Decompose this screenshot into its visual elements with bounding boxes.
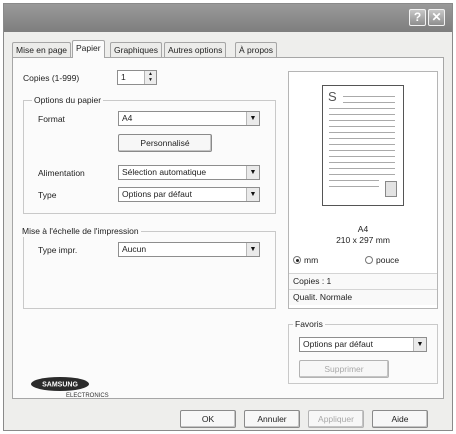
type-select[interactable]: Options par défaut ▼ <box>118 187 260 202</box>
text-line <box>343 102 395 103</box>
text-line <box>329 156 395 157</box>
text-line <box>329 126 395 127</box>
favorites-value: Options par défaut <box>303 339 373 349</box>
printer-preferences-dialog: ? ✕ Mise en page Papier Graphiques Autre… <box>3 3 453 431</box>
type-value: Options par défaut <box>122 189 192 199</box>
text-line <box>329 108 395 109</box>
scaling-type-value: Aucun <box>122 244 147 254</box>
apply-button[interactable]: Appliquer <box>308 410 364 428</box>
delete-favorite-button[interactable]: Supprimer <box>299 360 389 378</box>
help-icon[interactable]: ? <box>409 9 426 26</box>
paper-options-group: Options du papier Format A4 ▼ Personnali… <box>23 95 276 214</box>
source-value: Sélection automatique <box>122 167 207 177</box>
paper-options-title: Options du papier <box>32 95 104 106</box>
scaling-title: Mise à l'échelle de l'impression <box>20 226 141 237</box>
help-button[interactable]: Aide <box>372 410 428 428</box>
text-line <box>329 180 379 181</box>
text-line <box>329 132 395 133</box>
scaling-type-select[interactable]: Aucun ▼ <box>118 242 260 257</box>
chevron-down-icon[interactable]: ▼ <box>246 166 259 179</box>
tab-mise-en-page[interactable]: Mise en page <box>12 42 72 57</box>
close-icon[interactable]: ✕ <box>428 9 445 26</box>
text-line <box>329 186 379 187</box>
format-value: A4 <box>122 113 133 123</box>
quality-summary: Qualit. Normale <box>289 289 437 305</box>
page-letter: S <box>328 89 337 104</box>
paper-preview: S A4 210 x 297 mm mm pouce Copies: 1 Qu… <box>288 71 438 309</box>
copies-summary: Copies : 1 <box>289 273 437 289</box>
radio-icon[interactable] <box>365 256 373 264</box>
favorites-group: Favoris Options par défaut ▼ Supprimer <box>288 319 438 384</box>
text-line <box>329 144 395 145</box>
image-icon <box>385 181 397 197</box>
chevron-down-icon[interactable]: ▼ <box>413 338 426 351</box>
format-select[interactable]: A4 ▼ <box>118 111 260 126</box>
copies-spin-buttons[interactable]: ▲ ▼ <box>144 71 156 84</box>
tab-a-propos[interactable]: À propos <box>235 42 278 57</box>
favorites-select[interactable]: Options par défaut ▼ <box>299 337 427 352</box>
spin-down-icon[interactable]: ▼ <box>145 77 156 83</box>
samsung-logo: SAMSUNG ELECTRONICS <box>31 377 109 399</box>
paper-size-name: A4 <box>357 224 369 234</box>
cancel-button[interactable]: Annuler <box>244 410 300 428</box>
tab-autres-options[interactable]: Autres options <box>164 42 227 57</box>
text-line <box>329 114 395 115</box>
type-label: Type <box>38 190 57 200</box>
radio-selected-icon[interactable] <box>293 256 301 264</box>
text-line <box>329 150 395 151</box>
title-bar: ? ✕ <box>4 4 452 32</box>
favorites-title: Favoris <box>293 319 325 330</box>
copies-spinbox[interactable]: 1 ▲ ▼ <box>117 70 157 85</box>
chevron-down-icon[interactable]: ▼ <box>246 188 259 201</box>
papier-panel: Copies (1-999) 1 ▲ ▼ Options du papier F… <box>12 57 444 399</box>
copies-value: 1 <box>121 72 126 82</box>
format-label: Format <box>38 114 65 124</box>
samsung-logo-text: SAMSUNG <box>42 382 78 389</box>
chevron-down-icon[interactable]: ▼ <box>246 243 259 256</box>
chevron-down-icon[interactable]: ▼ <box>246 112 259 125</box>
unit-inch-label: pouce <box>376 255 400 265</box>
tab-papier[interactable]: Papier <box>72 40 105 58</box>
source-select[interactable]: Sélection automatique ▼ <box>118 165 260 180</box>
tab-graphiques[interactable]: Graphiques <box>110 42 162 57</box>
custom-size-button[interactable]: Personnalisé <box>118 134 212 152</box>
paper-size-dims: 210 x 297 mm <box>336 235 390 245</box>
copies-label: Copies (1-999) <box>23 73 80 83</box>
unit-mm-radio[interactable]: mm <box>293 255 318 265</box>
scaling-group: Mise à l'échelle de l'impression Type im… <box>20 226 276 309</box>
text-line <box>329 168 395 169</box>
page-preview-icon: S <box>322 85 409 211</box>
text-line <box>329 162 395 163</box>
unit-mm-label: mm <box>304 255 319 265</box>
electronics-text: ELECTRONICS <box>66 393 109 399</box>
text-line <box>343 96 395 97</box>
unit-inch-radio[interactable]: pouce <box>365 255 399 265</box>
text-line <box>329 138 395 139</box>
scaling-type-label: Type impr. <box>38 245 78 255</box>
text-line <box>329 120 395 121</box>
text-line <box>329 174 395 175</box>
source-label: Alimentation <box>38 168 85 178</box>
ok-button[interactable]: OK <box>180 410 236 428</box>
